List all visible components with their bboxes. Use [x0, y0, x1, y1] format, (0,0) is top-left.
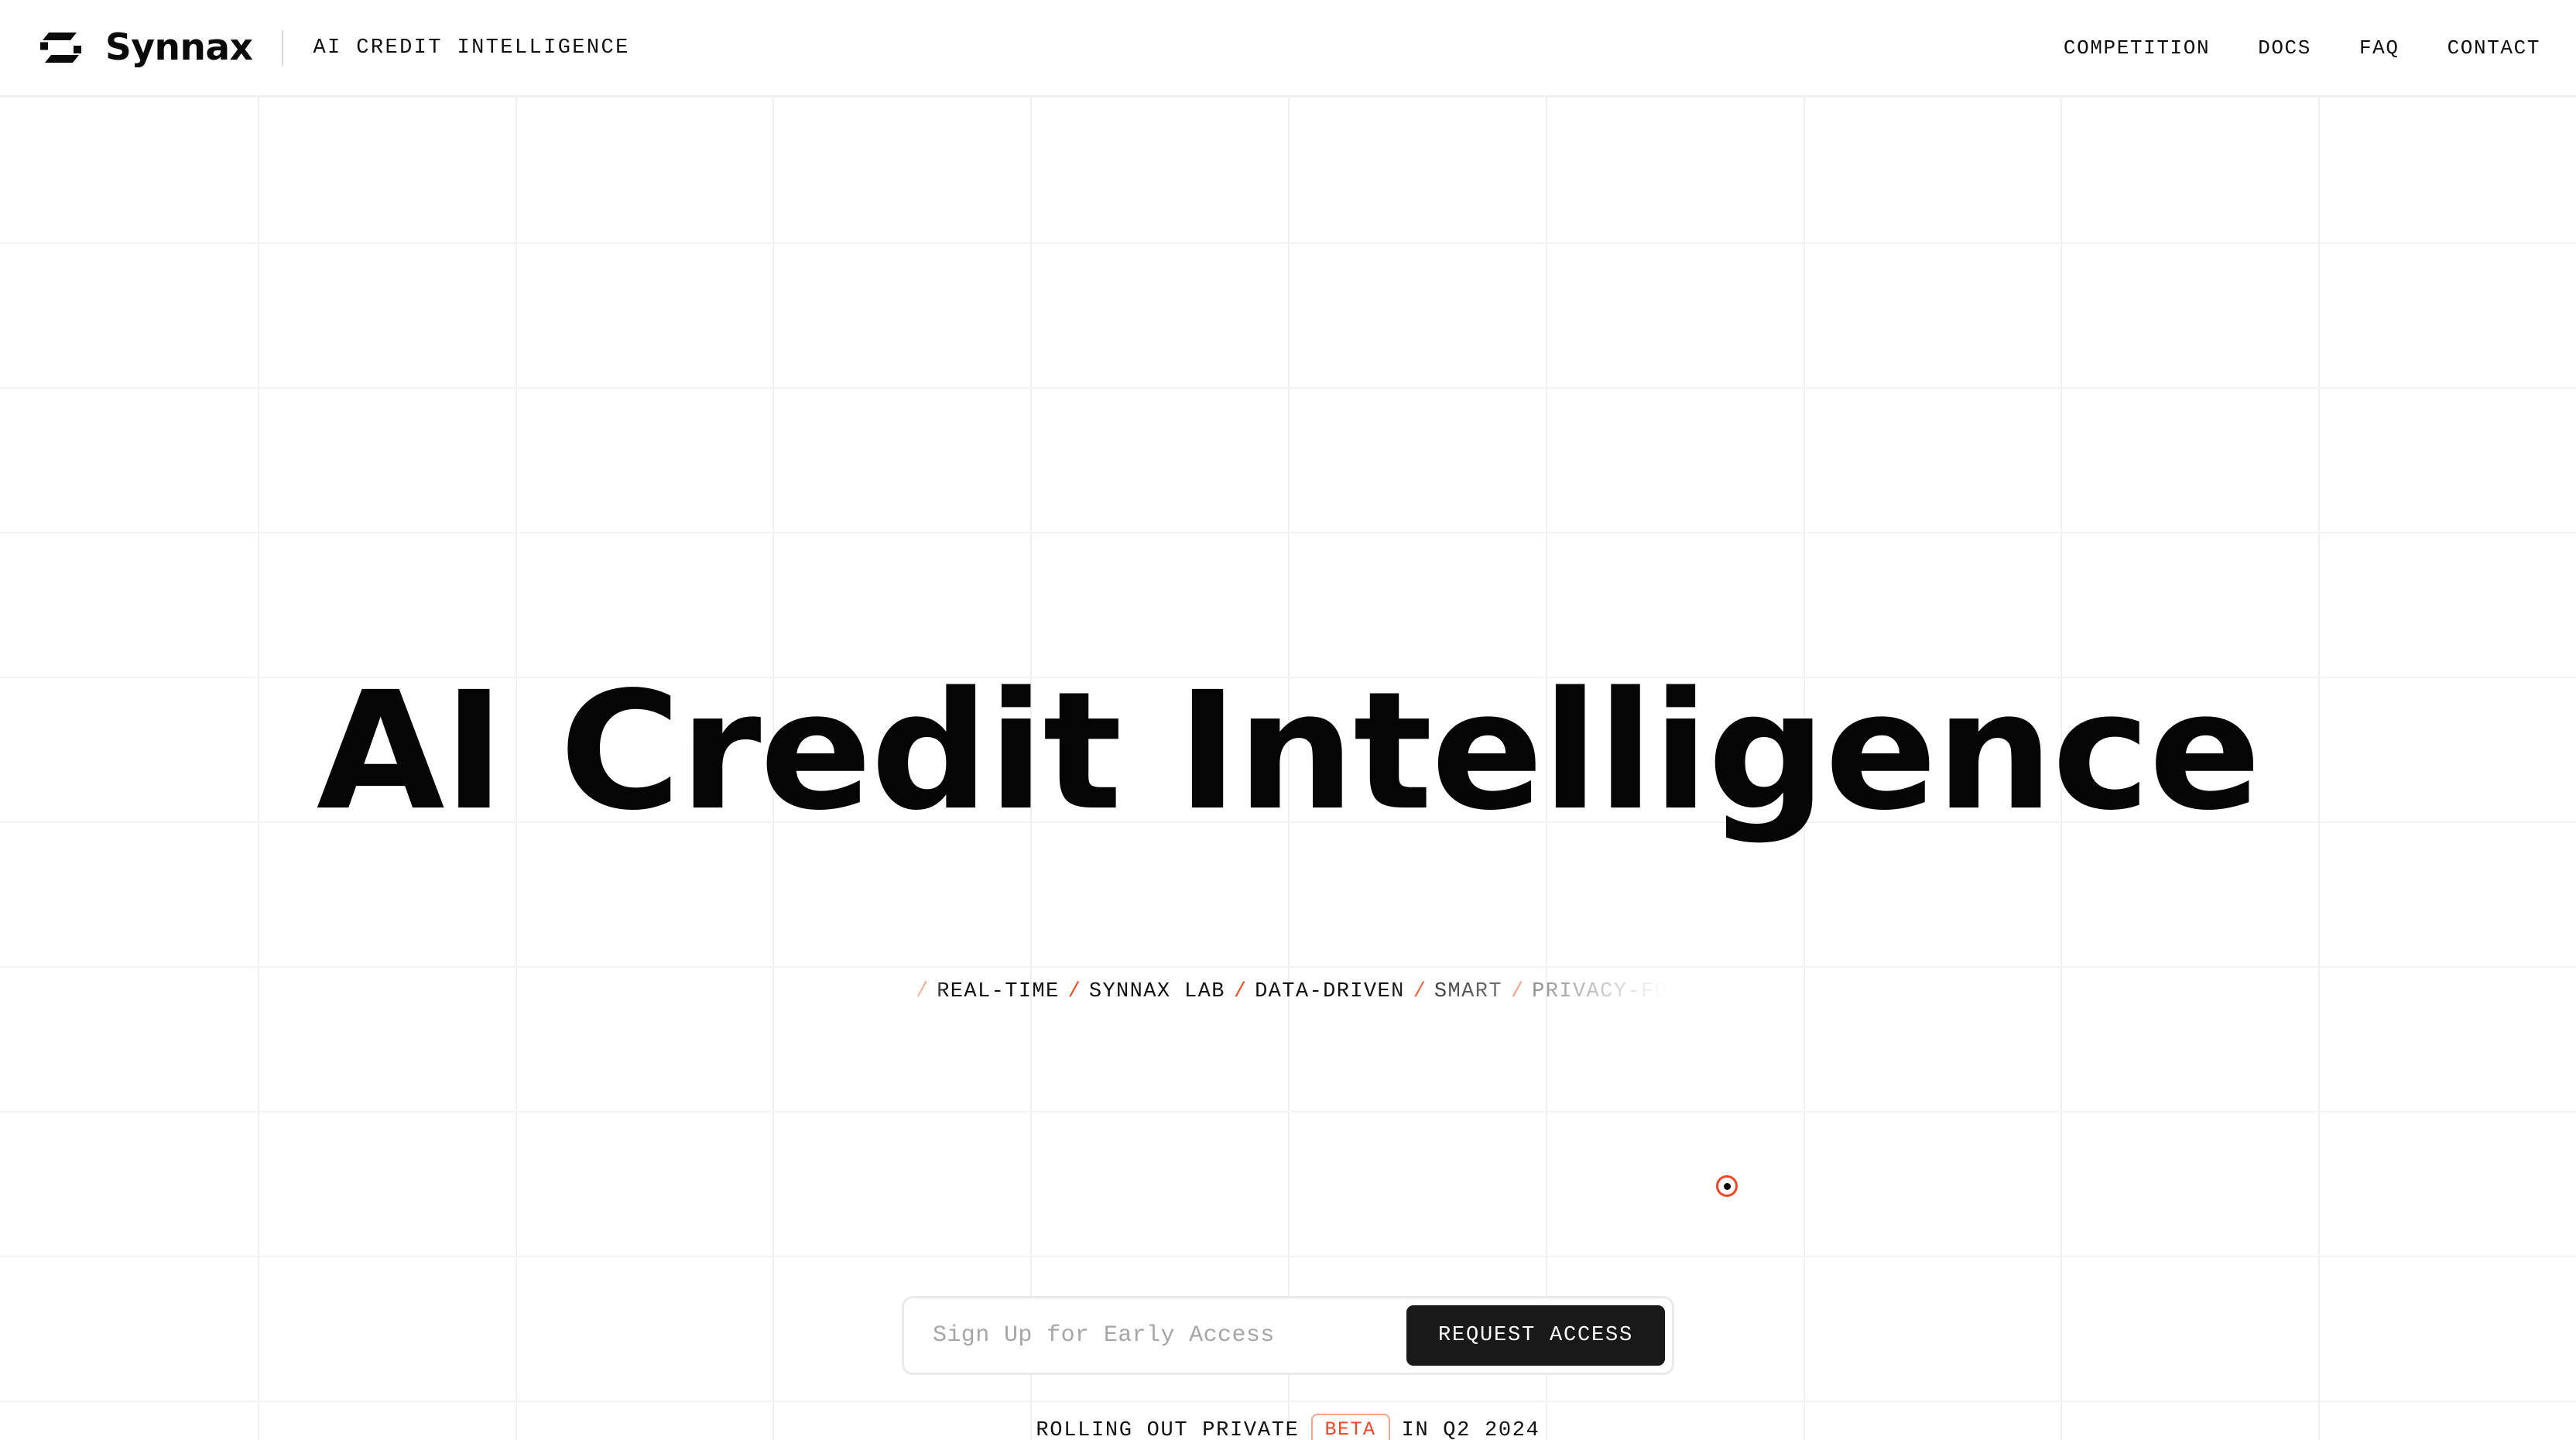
email-field[interactable]	[911, 1305, 1406, 1366]
tag-item: SYNNAX LAB	[1088, 980, 1225, 1003]
tag-item: PRIVACY-FO	[1532, 980, 1669, 1003]
tag-item: DATA-DRIVEN	[1255, 980, 1405, 1003]
synnax-logo-mark-icon	[40, 32, 81, 63]
tag-marquee: / REAL-TIME / SYNNAX LAB / DATA-DRIVEN / SMART /…	[901, 974, 1675, 1010]
cursor-dot-indicator-icon	[1716, 1175, 1738, 1197]
logo-link[interactable]: Synnax	[40, 26, 253, 69]
brand-zone: Synnax AI CREDIT INTELLIGENCE	[40, 0, 630, 95]
rollout-prefix: ROLLING OUT PRIVATE	[1036, 1418, 1300, 1440]
page-title: AI Credit Intelligence	[316, 657, 2261, 846]
brand-divider	[282, 29, 284, 66]
logo-wordmark: Synnax	[105, 26, 253, 69]
hero-section: AI Credit Intelligence / REAL-TIME / SYNNAX…	[0, 98, 2576, 1440]
header-tagline: AI CREDIT INTELLIGENCE	[313, 36, 630, 60]
tag-item: REAL-TIME	[937, 980, 1060, 1003]
nav-link-contact[interactable]: CONTACT	[2424, 36, 2540, 60]
nav-link-faq[interactable]: FAQ	[2335, 36, 2424, 60]
tag-marquee-track: / REAL-TIME / SYNNAX LAB / DATA-DRIVEN / SMART /…	[901, 974, 1675, 1010]
rollout-suffix: IN Q2 2024	[1401, 1418, 1540, 1440]
tag-separator: /	[1233, 980, 1247, 1003]
tag-separator: /	[1413, 980, 1426, 1003]
nav-link-competition[interactable]: COMPETITION	[2040, 36, 2234, 60]
tag-separator: /	[916, 980, 929, 1003]
landing-page: Synnax AI CREDIT INTELLIGENCE COMPETITIO…	[0, 0, 2576, 1440]
main-nav: COMPETITION DOCS FAQ CONTACT	[2040, 36, 2540, 60]
request-access-button[interactable]: REQUEST ACCESS	[1406, 1305, 1665, 1366]
beta-badge: BETA	[1310, 1414, 1390, 1440]
early-access-form: REQUEST ACCESS	[902, 1296, 1674, 1375]
tag-separator: /	[1510, 980, 1524, 1003]
cursor-dot-core	[1723, 1182, 1731, 1190]
tag-separator: /	[1067, 980, 1081, 1003]
nav-link-docs[interactable]: DOCS	[2234, 36, 2335, 60]
site-header: Synnax AI CREDIT INTELLIGENCE COMPETITIO…	[0, 0, 2576, 98]
rollout-note: ROLLING OUT PRIVATE BETA IN Q2 2024	[0, 1414, 2576, 1440]
tag-item: SMART	[1434, 980, 1502, 1003]
